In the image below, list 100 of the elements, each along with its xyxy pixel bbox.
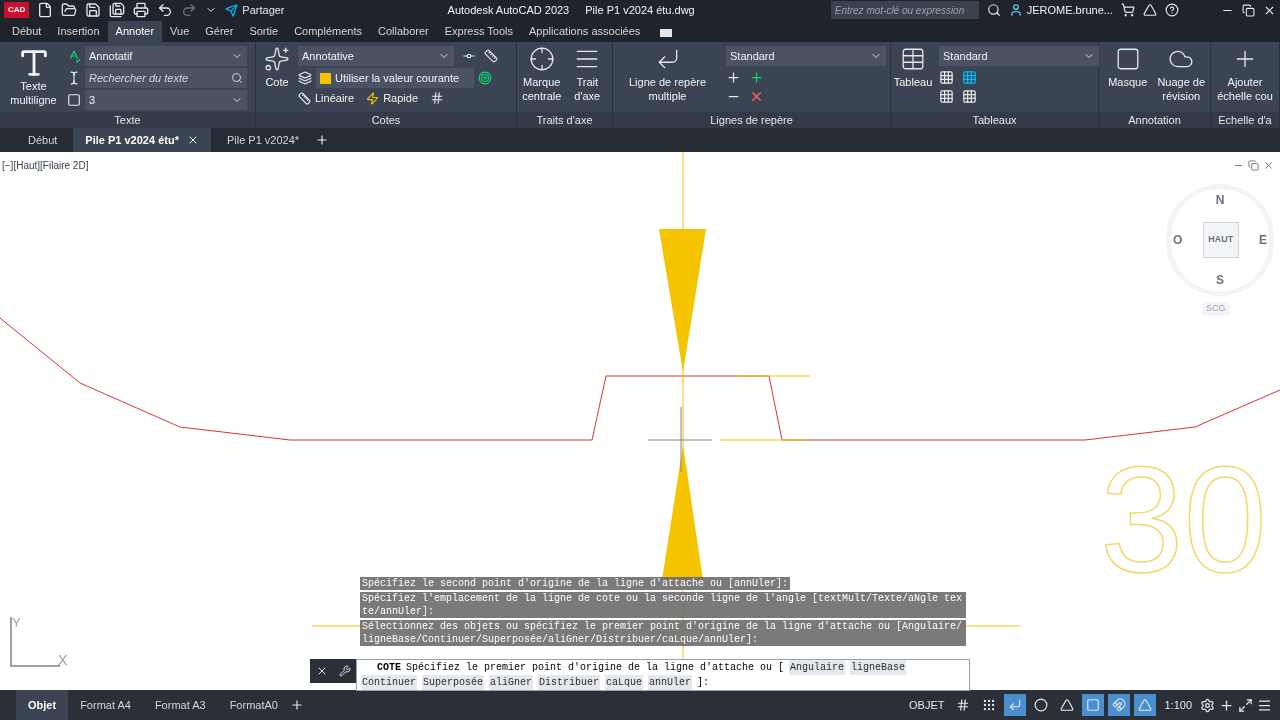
dropdown[interactable]: Utiliser la valeur courante	[316, 68, 474, 88]
dropdown[interactable]: Annotatif	[85, 46, 247, 66]
command-option[interactable]: annUler	[648, 675, 693, 690]
leader-tool-icon[interactable]	[749, 89, 764, 104]
ribbon-options-icon[interactable]	[660, 29, 673, 37]
ribbon-tab[interactable]: Express Tools	[436, 21, 522, 42]
ribbon-tab[interactable]: Sortie	[241, 21, 287, 42]
new-tab-icon[interactable]	[315, 133, 330, 147]
ribbon-tab[interactable]: Vue	[162, 21, 198, 42]
ribbon-tab[interactable]: Gérer	[197, 21, 242, 42]
search-icon[interactable]	[986, 3, 1001, 17]
command-option[interactable]: Continuer	[361, 675, 417, 690]
ribbon-button[interactable]: Ajouter échelle cou	[1215, 46, 1275, 104]
app-title: Autodesk AutoCAD 2023	[447, 2, 570, 18]
spellcheck-icon[interactable]	[67, 49, 81, 63]
layout-tab[interactable]: Format A3	[142, 690, 218, 720]
dimension-button[interactable]: Rapide	[366, 90, 418, 107]
viewport-label[interactable]: [−][Haut][Filaire 2D]	[2, 158, 89, 173]
redo-icon[interactable]	[181, 2, 198, 18]
triangle-icon[interactable]	[1142, 3, 1157, 17]
help-icon[interactable]	[1164, 3, 1179, 17]
layers-icon[interactable]	[298, 71, 312, 85]
share-button[interactable]: Partager	[225, 1, 285, 19]
dropdown[interactable]: Standard	[939, 46, 1099, 66]
new-file-icon[interactable]	[37, 2, 54, 18]
search-field[interactable]: Rechercher du texte	[85, 68, 247, 88]
search-field[interactable]: Entrez mot-clé ou expression	[830, 1, 979, 19]
command-option[interactable]: Distribuer	[538, 675, 601, 690]
model-space-button[interactable]: OBJET	[905, 694, 949, 716]
tool-icon	[264, 46, 290, 72]
dropdown[interactable]: Standard	[726, 46, 886, 66]
cart-icon[interactable]	[1120, 3, 1135, 17]
ribbon-tab[interactable]: Début	[4, 21, 50, 42]
printer-icon[interactable]	[133, 2, 150, 18]
layout-tab[interactable]: Objet	[16, 690, 69, 720]
dimension-tool-icon[interactable]	[478, 71, 492, 85]
undo-icon[interactable]	[157, 2, 174, 18]
viewcube[interactable]: N O HAUT E S	[1166, 184, 1274, 296]
square-icon	[1086, 698, 1101, 712]
ribbon-tab[interactable]: Collaborer	[370, 21, 437, 42]
tool-icon	[528, 46, 555, 72]
command-option[interactable]: ligneBase	[850, 660, 907, 675]
command-option[interactable]: Angulaire	[789, 660, 846, 675]
user-menu[interactable]: JEROME.brune...	[1008, 1, 1113, 19]
view-face[interactable]: HAUT	[1202, 222, 1239, 258]
document-tab[interactable]: Pile P1 v2024 étu*	[73, 128, 211, 152]
document-tab[interactable]: Début	[16, 128, 70, 152]
file-title: Pile P1 v2024 étu.dwg	[585, 2, 695, 18]
plus-icon[interactable]	[1219, 697, 1234, 713]
dropdown[interactable]: Annotative	[298, 46, 454, 66]
ribbon-tab[interactable]: Applications associées	[521, 21, 649, 42]
save-icon[interactable]	[85, 2, 102, 18]
ribbon-tab[interactable]: Insertion	[49, 21, 108, 42]
panel-title[interactable]: Annotation	[1099, 112, 1210, 128]
ribbon-button[interactable]: Ligne de repère multiple	[617, 46, 718, 104]
restore-icon[interactable]	[1242, 3, 1255, 17]
ribbon-button[interactable]: Marque centrale	[521, 46, 563, 104]
settings-icon[interactable]	[1200, 697, 1215, 713]
table-tool-icon[interactable]	[962, 70, 977, 85]
ribbon-button[interactable]: Cote	[264, 46, 290, 107]
fullscreen-icon[interactable]	[1238, 697, 1253, 713]
wrench-icon	[338, 665, 351, 677]
layout-tab[interactable]: FormatA0	[217, 690, 290, 720]
status-toggle[interactable]	[1082, 694, 1105, 716]
annotation-scale[interactable]: 1:100	[1160, 696, 1196, 714]
ribbon-tab[interactable]: Annoter	[107, 21, 163, 42]
document-tab[interactable]: Pile P1 v2024*	[214, 128, 312, 152]
leader-tool-icon[interactable]	[726, 70, 741, 85]
dimension-tool-icon[interactable]	[430, 91, 444, 106]
panel-title[interactable]: Texte	[0, 112, 255, 128]
status-toggle[interactable]	[1108, 694, 1131, 716]
dimension-button[interactable]: Linéaire	[298, 90, 355, 107]
ribbon-button[interactable]: Nuage de révision	[1156, 46, 1206, 104]
command-option[interactable]: aliGner	[489, 675, 534, 690]
ribbon-button[interactable]: Trait d'axe	[566, 46, 608, 104]
layout-tab[interactable]: Format A4	[68, 690, 143, 720]
panel-title[interactable]: Cotes	[256, 112, 516, 128]
ribbon-button[interactable]: Tableau	[895, 46, 931, 104]
status-toggle[interactable]	[1134, 694, 1157, 716]
new-layout-icon[interactable]	[289, 698, 304, 712]
text-height-icon[interactable]	[67, 93, 81, 107]
status-toggle[interactable]	[1004, 694, 1027, 716]
command-option[interactable]: Superposée	[422, 675, 485, 690]
ucs-y-label: Y	[12, 616, 21, 629]
folder-icon[interactable]	[61, 2, 78, 18]
ribbon-tab[interactable]: Compléments	[286, 21, 370, 42]
panel-title[interactable]: Traits d'axe	[517, 112, 612, 128]
corner-icon	[1008, 698, 1023, 712]
app-logo[interactable]: CAD	[4, 2, 30, 18]
command-option[interactable]: caLque	[605, 675, 644, 690]
panel-title[interactable]: Tableaux	[891, 112, 1098, 128]
ribbon-button[interactable]: Masque	[1103, 46, 1153, 104]
command-line-handle[interactable]	[310, 659, 356, 683]
menu-icon[interactable]	[1257, 697, 1272, 713]
multiline-text-button[interactable]: Texte multiligne	[8, 46, 59, 110]
save-as-icon[interactable]	[109, 2, 126, 18]
leader-tool-icon[interactable]	[749, 70, 764, 85]
panel-title[interactable]: Echelle d'a	[1211, 112, 1279, 128]
panel-title[interactable]: Lignes de repère	[613, 112, 890, 128]
dropdown[interactable]: 3	[85, 90, 247, 110]
